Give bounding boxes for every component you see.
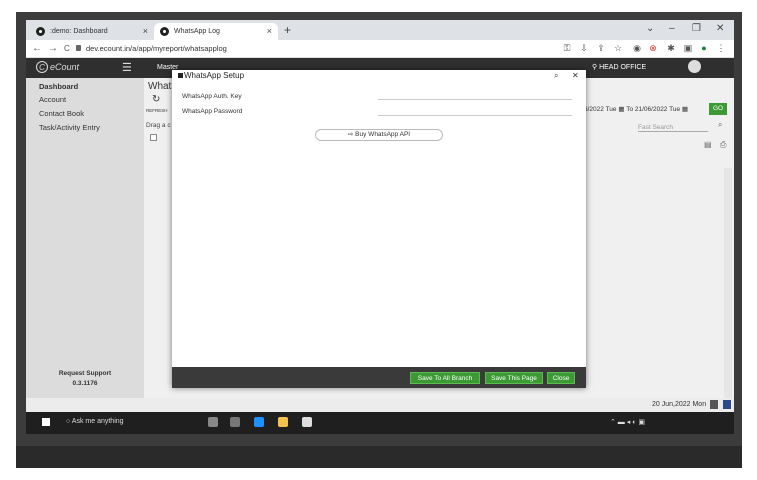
save-this-page-button[interactable]: Save This Page (485, 372, 543, 384)
version-label: 0.3.1176 (72, 380, 98, 387)
store-icon[interactable] (302, 417, 312, 427)
dialog-header: WhatsApp Setup ⌕ ✕ (172, 70, 586, 82)
branch-selector[interactable]: ⚲ HEAD OFFICE (592, 63, 646, 71)
ecount-favicon-icon (36, 27, 45, 36)
user-avatar-icon[interactable] (688, 60, 701, 73)
bookmark-star-icon[interactable]: ☆ (613, 43, 623, 53)
forward-icon[interactable]: → (48, 43, 58, 54)
branch-label: HEAD OFFICE (599, 64, 647, 71)
extension-icon[interactable]: ◉ (632, 43, 642, 53)
logo-text: eCount (50, 62, 80, 72)
taskbar-search-text: Ask me anything (71, 418, 124, 425)
maximize-button[interactable]: ❐ (692, 23, 701, 34)
minimize-button[interactable]: – (669, 23, 675, 34)
tab-whatsapp-log[interactable]: WhatsApp Log × (154, 23, 278, 40)
status-date: 20 Jun,2022 Mon (652, 401, 707, 408)
external-link-icon: ⇨ (347, 131, 354, 138)
select-all-checkbox[interactable] (150, 134, 157, 141)
calendar-icon[interactable]: ▦ (618, 106, 624, 113)
password-input[interactable] (378, 115, 572, 116)
password-label: WhatsApp Password (182, 108, 243, 115)
facebook-icon[interactable] (723, 400, 731, 409)
tab-close-icon[interactable]: × (143, 26, 148, 36)
tab-close-icon[interactable]: × (267, 26, 272, 36)
sidebar-item-dashboard[interactable]: Dashboard (39, 82, 78, 91)
sidebar-item-account[interactable]: Account (39, 95, 66, 104)
logo-mark-icon: C (36, 61, 48, 73)
search-icon[interactable]: ⌕ (718, 120, 722, 130)
status-bar: 20 Jun,2022 Mon (26, 398, 734, 412)
save-to-all-branch-button[interactable]: Save To All Branch (410, 372, 480, 384)
auth-key-label: WhatsApp Auth. Key (182, 93, 242, 100)
close-button[interactable]: Close (547, 372, 575, 384)
edge-icon[interactable] (254, 417, 264, 427)
new-tab-button[interactable]: + (284, 23, 291, 37)
sidebar-item-contact-book[interactable]: Contact Book (39, 109, 84, 118)
go-button[interactable]: GO (709, 103, 727, 115)
pinterest-icon[interactable]: ⊗ (648, 43, 658, 53)
tab-dashboard[interactable]: :demo: Dashboard × (30, 23, 154, 40)
date-from[interactable]: 6/2022 Tue (584, 106, 617, 113)
calendar-icon[interactable]: ▦ (682, 106, 688, 113)
ecount-favicon-icon (160, 27, 169, 36)
dialog-footer: Save To All Branch Save This Page Close (172, 367, 586, 388)
buy-button-label: Buy WhatsApp API (355, 131, 411, 138)
auth-key-input[interactable] (378, 99, 572, 100)
refresh-label: REFRESH (146, 108, 168, 113)
buy-whatsapp-api-button[interactable]: ⇨ Buy WhatsApp API (315, 129, 443, 141)
browser-tab-bar: :demo: Dashboard × WhatsApp Log × + ⌄ – … (26, 20, 734, 40)
file-explorer-icon[interactable] (278, 417, 288, 427)
share-icon[interactable]: ⇪ (596, 43, 606, 53)
url-input[interactable]: dev.ecount.in/a/app/myreport/whatsapplog (86, 44, 227, 53)
windows-taskbar: ○ Ask me anything ⌃ ▬ ◂ ◐ ▣ (26, 412, 734, 434)
tab-title: :demo: Dashboard (50, 28, 108, 35)
lock-icon (76, 45, 81, 51)
task-view-icon[interactable] (230, 417, 240, 427)
request-support-link[interactable]: Request Support (26, 370, 144, 377)
fast-search-input[interactable]: Fast Search (638, 124, 708, 132)
sidebar: Dashboard Account Contact Book Task/Acti… (26, 78, 144, 434)
reload-icon[interactable]: C (64, 44, 70, 53)
vertical-scrollbar[interactable] (724, 168, 732, 398)
print-icon[interactable]: ⎙ (720, 140, 726, 150)
key-icon[interactable]: ⚿ (562, 43, 572, 53)
date-to[interactable]: 21/06/2022 Tue (635, 106, 680, 113)
tab-search-icon[interactable]: ⌄ (646, 23, 654, 34)
microphone-icon[interactable] (208, 417, 218, 427)
more-menu-icon[interactable]: ⋮ (716, 43, 726, 53)
back-icon[interactable]: ← (32, 43, 42, 54)
date-to-label: To (626, 106, 634, 113)
calculator-icon[interactable] (710, 400, 718, 409)
address-bar: ← → C dev.ecount.in/a/app/myreport/whats… (26, 40, 734, 58)
tray-icons[interactable]: ⌃ ▬ ◂ ◐ ▣ (610, 418, 645, 426)
hamburger-menu-icon[interactable]: ☰ (122, 61, 132, 74)
tab-title: WhatsApp Log (174, 28, 220, 35)
taskbar-search[interactable]: ○ Ask me anything (66, 418, 124, 425)
profile-icon[interactable]: ● (699, 43, 709, 53)
monitor-bezel-bottom (16, 446, 742, 468)
close-icon[interactable]: ✕ (572, 71, 579, 80)
whatsapp-setup-dialog: WhatsApp Setup ⌕ ✕ WhatsApp Auth. Key Wh… (172, 70, 586, 388)
install-icon[interactable]: ⇩ (579, 43, 589, 53)
search-icon[interactable]: ⌕ (554, 71, 558, 81)
windows-start-icon[interactable] (42, 418, 50, 426)
ecount-logo[interactable]: CeCount (36, 61, 79, 73)
dialog-window-icon (178, 73, 183, 78)
screen: :demo: Dashboard × WhatsApp Log × + ⌄ – … (26, 20, 734, 434)
date-range: 6/2022 Tue ▦ To 21/06/2022 Tue ▦ (584, 105, 688, 113)
sidebar-item-task-activity[interactable]: Task/Activity Entry (39, 123, 100, 132)
close-window-button[interactable]: ✕ (716, 23, 724, 34)
sidepanel-icon[interactable]: ▣ (683, 43, 693, 53)
export-excel-icon[interactable]: ▤ (704, 140, 712, 149)
puzzle-icon[interactable]: ✱ (666, 43, 676, 53)
group-drag-hint: Drag a c (146, 122, 171, 129)
dialog-title: WhatsApp Setup (184, 71, 245, 80)
refresh-icon[interactable]: ↻ (152, 94, 160, 105)
